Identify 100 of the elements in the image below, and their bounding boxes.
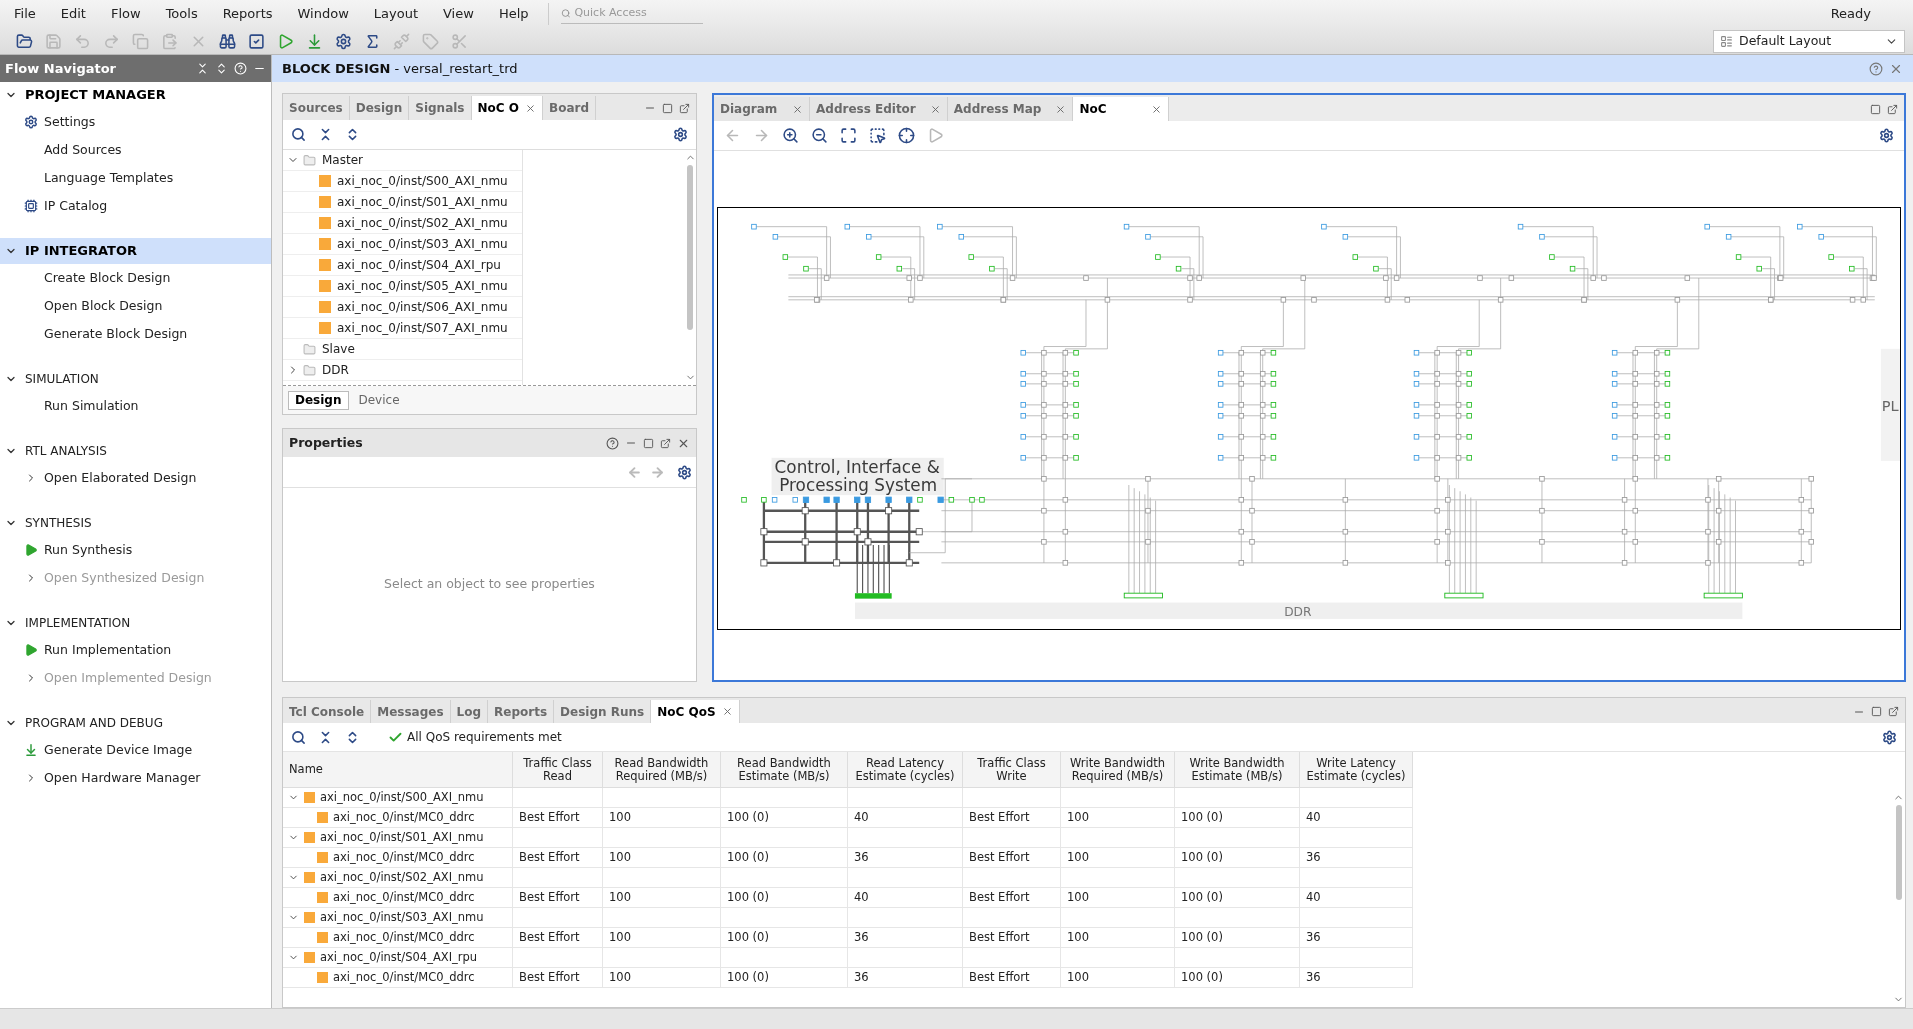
section-header[interactable]: RTL ANALYSIS: [0, 438, 271, 464]
collapse-icon[interactable]: [196, 62, 209, 75]
tree-item[interactable]: axi_noc_0/inst/S01_AXI_nmu: [337, 193, 508, 211]
tree-item[interactable]: Slave: [322, 340, 355, 358]
binoculars-icon[interactable]: [219, 32, 236, 50]
tree-item[interactable]: axi_noc_0/inst/S02_AXI_nmu: [337, 214, 508, 232]
tab[interactable]: NoC QoS: [651, 700, 740, 723]
float-icon[interactable]: [660, 437, 671, 449]
menu-item[interactable]: Help: [490, 4, 537, 24]
tab[interactable]: Address Editor: [810, 97, 948, 121]
tab[interactable]: NoC O: [471, 96, 543, 120]
select-area-icon[interactable]: [869, 127, 886, 144]
close-icon[interactable]: [721, 706, 733, 717]
table-cell-text: 36: [854, 848, 869, 866]
section-header[interactable]: PROGRAM AND DEBUG: [0, 710, 271, 736]
maximize-icon[interactable]: [643, 437, 654, 449]
nav-item[interactable]: Open Block Design: [44, 296, 163, 316]
view-tab[interactable]: Device: [352, 390, 406, 410]
column-header[interactable]: Write Bandwidth Estimate (MB/s): [1175, 752, 1300, 787]
section-header[interactable]: IP INTEGRATOR: [0, 238, 271, 264]
column-header[interactable]: Traffic Class Write: [963, 752, 1061, 787]
tree-item[interactable]: axi_noc_0/inst/S03_AXI_nmu: [337, 235, 508, 253]
tree-item[interactable]: DDR: [322, 361, 349, 379]
menu-item[interactable]: Edit: [52, 4, 94, 24]
tree-item[interactable]: axi_noc_0/inst/S07_AXI_nmu: [337, 319, 508, 337]
download-icon: [24, 743, 38, 757]
menu-item[interactable]: File: [6, 4, 44, 24]
download-icon[interactable]: [306, 32, 323, 50]
menu-item[interactable]: Tools: [157, 4, 206, 24]
column-header[interactable]: Write Latency Estimate (cycles): [1300, 752, 1413, 787]
tree-item[interactable]: axi_noc_0/inst/S04_AXI_rpu: [337, 256, 501, 274]
maximize-icon[interactable]: [1870, 103, 1881, 115]
search-icon[interactable]: [291, 127, 306, 142]
close-icon[interactable]: [792, 103, 803, 115]
menu-item[interactable]: Window: [289, 4, 357, 24]
settings-icon[interactable]: [1882, 729, 1897, 745]
nav-item[interactable]: Run Simulation: [44, 396, 139, 416]
nav-item[interactable]: Create Block Design: [44, 268, 171, 288]
nav-item[interactable]: Add Sources: [44, 140, 122, 160]
float-icon[interactable]: [1888, 706, 1899, 717]
nav-item[interactable]: Language Templates: [44, 168, 174, 188]
tree-item[interactable]: axi_noc_0/inst/S05_AXI_nmu: [337, 277, 508, 295]
maximize-icon[interactable]: [662, 102, 673, 114]
folder-icon[interactable]: [16, 32, 33, 50]
maximize-icon[interactable]: [1871, 706, 1882, 717]
column-header[interactable]: Read Bandwidth Estimate (MB/s): [721, 752, 848, 787]
nav-item[interactable]: Open Hardware Manager: [44, 768, 201, 788]
column-header[interactable]: Name: [283, 752, 513, 787]
tree-item[interactable]: axi_noc_0/inst/S00_AXI_nmu: [337, 172, 508, 190]
settings-icon[interactable]: [1879, 128, 1894, 143]
nav-item[interactable]: Run Implementation: [44, 640, 172, 660]
expand-icon[interactable]: [215, 62, 228, 75]
menu-item[interactable]: Reports: [214, 4, 281, 24]
search-icon[interactable]: [291, 729, 306, 745]
section-header[interactable]: SYNTHESIS: [0, 510, 271, 536]
column-header[interactable]: Read Latency Estimate (cycles): [848, 752, 963, 787]
column-header[interactable]: Read Bandwidth Required (MB/s): [603, 752, 721, 787]
play-icon[interactable]: [277, 32, 294, 50]
nav-item[interactable]: Generate Device Image: [44, 740, 193, 760]
nav-item[interactable]: Settings: [44, 112, 96, 132]
tab[interactable]: NoC: [1073, 97, 1170, 121]
port-icon: [319, 217, 331, 229]
menu-item[interactable]: Flow: [102, 4, 149, 24]
float-icon[interactable]: [679, 102, 690, 114]
nav-item[interactable]: IP Catalog: [44, 196, 108, 216]
close-icon[interactable]: [525, 102, 536, 114]
close-icon[interactable]: [1151, 103, 1163, 115]
table-cell-text: axi_noc_0/inst/S01_AXI_nmu: [320, 828, 484, 846]
crosshair-icon[interactable]: [898, 127, 915, 144]
menu-item[interactable]: View: [435, 4, 482, 24]
layout-select[interactable]: Default Layout: [1713, 29, 1905, 53]
menu-item[interactable]: Layout: [365, 4, 426, 24]
settings-icon[interactable]: [673, 127, 688, 142]
tab[interactable]: Address Map: [947, 97, 1074, 121]
section-header[interactable]: SIMULATION: [0, 366, 271, 392]
close-icon[interactable]: [1055, 103, 1067, 115]
column-header[interactable]: Traffic Class Read: [513, 752, 603, 787]
settings-icon[interactable]: [677, 464, 692, 480]
tree-item[interactable]: axi_noc_0/inst/S06_AXI_nmu: [337, 298, 508, 316]
tree-item[interactable]: Master: [322, 151, 363, 169]
tab[interactable]: Diagram: [714, 97, 810, 121]
nav-item[interactable]: Run Synthesis: [44, 540, 133, 560]
section-header[interactable]: IMPLEMENTATION: [0, 610, 271, 636]
nav-item[interactable]: Open Elaborated Design: [44, 468, 197, 488]
close-icon[interactable]: [929, 103, 941, 115]
region-label: DDR: [1284, 604, 1312, 619]
section-header[interactable]: PROJECT MANAGER: [0, 82, 271, 108]
zoom-out-icon[interactable]: [811, 127, 828, 144]
quick-access-field[interactable]: Quick Access: [574, 5, 703, 22]
port-icon: [317, 892, 328, 903]
settings-icon[interactable]: [335, 32, 352, 50]
nav-item[interactable]: Generate Block Design: [44, 324, 188, 344]
fit-icon[interactable]: [840, 127, 857, 144]
float-icon[interactable]: [1887, 103, 1898, 115]
column-header[interactable]: Write Bandwidth Required (MB/s): [1061, 752, 1175, 787]
zoom-in-icon[interactable]: [782, 127, 799, 144]
view-tab[interactable]: Design: [288, 390, 349, 410]
help-icon[interactable]: [606, 436, 619, 450]
checkbox-icon[interactable]: [248, 32, 265, 50]
help-icon[interactable]: [1869, 61, 1883, 76]
